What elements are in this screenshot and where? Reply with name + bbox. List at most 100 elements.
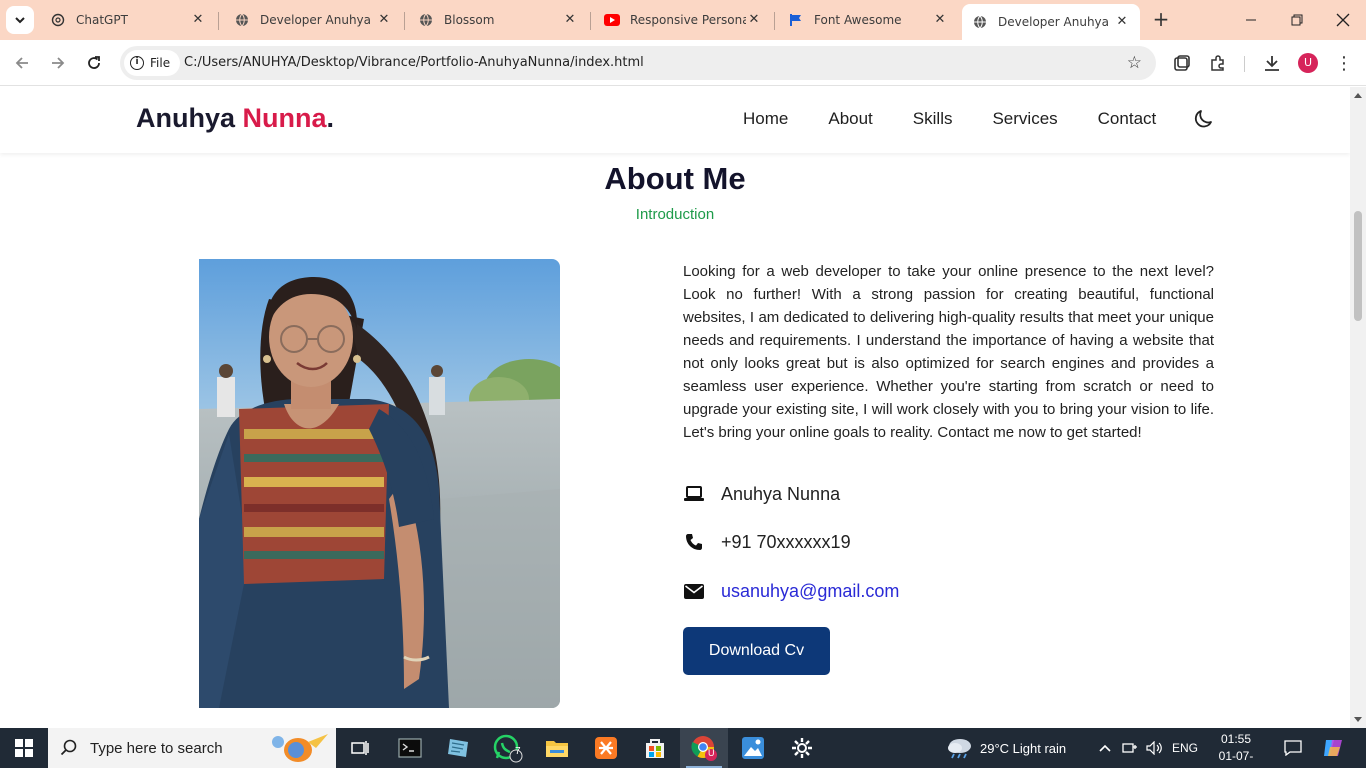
openai-icon: [50, 12, 66, 28]
restore-button[interactable]: [1274, 0, 1320, 40]
scheme-label: File: [150, 56, 171, 70]
section-subtitle: Introduction: [635, 206, 715, 223]
tab-title: Responsive Personal: [630, 13, 746, 27]
close-tab-icon[interactable]: ✕: [562, 12, 578, 28]
taskbar-whatsapp[interactable]: 7: [484, 728, 532, 768]
tab-strip: ChatGPT ✕ Developer Anuhya Nu ✕ Blossom …: [0, 0, 1366, 40]
tab-title: Developer Anuhya Nu: [260, 13, 376, 27]
flag-icon: [788, 12, 804, 28]
copilot-icon: [1324, 740, 1342, 756]
about-paragraph: Looking for a web developer to take your…: [683, 263, 1214, 441]
taskbar-file-explorer[interactable]: [533, 728, 581, 768]
close-tab-icon[interactable]: ✕: [932, 12, 948, 28]
close-tab-icon[interactable]: ✕: [746, 12, 762, 28]
network-icon: [1122, 743, 1137, 753]
task-view-button[interactable]: [336, 728, 384, 768]
new-tab-button[interactable]: +: [1150, 8, 1172, 30]
section-title: About Me: [604, 161, 746, 196]
close-tab-icon[interactable]: ✕: [190, 12, 206, 28]
copilot-button[interactable]: [1322, 728, 1344, 768]
taskbar-store[interactable]: [631, 728, 679, 768]
close-tab-icon[interactable]: ✕: [376, 12, 392, 28]
tray-language[interactable]: ENG: [1172, 728, 1198, 768]
url-text[interactable]: C:/Users/ANUHYA/Desktop/Vibrance/Portfol…: [184, 55, 644, 70]
nav-skills[interactable]: Skills: [913, 109, 953, 129]
weather-widget[interactable]: 29°C Light rain: [946, 728, 1066, 768]
taskbar-xampp[interactable]: [582, 728, 630, 768]
minimize-button[interactable]: [1228, 0, 1274, 40]
globe-icon: [972, 14, 988, 30]
extensions-button[interactable]: [1204, 49, 1232, 77]
taskbar-notes-app[interactable]: [434, 728, 482, 768]
search-placeholder: Type here to search: [90, 739, 223, 757]
tab-title: Developer Anuhya Nu: [998, 15, 1114, 29]
envelope-icon: [683, 580, 705, 602]
info-name: Anuhya Nunna: [721, 483, 841, 504]
terminal-icon: [398, 738, 422, 758]
laptop-icon: [683, 483, 705, 505]
globe-icon: [234, 12, 250, 28]
address-bar[interactable]: i File C:/Users/ANUHYA/Desktop/Vibrance/…: [120, 46, 1156, 80]
store-icon: [646, 739, 664, 758]
site-header: Anuhya Nunna. Home About Skills Services…: [0, 87, 1350, 153]
task-view-icon: [351, 741, 369, 755]
taskbar-terminal[interactable]: [386, 728, 434, 768]
xampp-icon: [595, 737, 617, 759]
moon-icon[interactable]: [1192, 107, 1216, 131]
taskbar-chrome[interactable]: U: [680, 728, 728, 768]
tab-font-awesome[interactable]: Font Awesome ✕: [778, 4, 958, 36]
site-info-chip[interactable]: i File: [124, 50, 181, 76]
tab-search-toolbar-button[interactable]: [1168, 49, 1196, 77]
close-window-button[interactable]: [1320, 0, 1366, 40]
reload-button[interactable]: [80, 49, 108, 77]
cloud-rain-icon: [948, 739, 971, 759]
info-phone: +91 70xxxxxx19: [721, 531, 851, 552]
weather-text: 29°C Light rain: [980, 740, 1067, 756]
nav-home[interactable]: Home: [743, 109, 788, 129]
tab-search-button[interactable]: [6, 6, 34, 34]
tab-blossom[interactable]: Blossom ✕: [408, 4, 588, 36]
info-email-link[interactable]: usanuhya@gmail.com: [721, 581, 899, 602]
notifications-button[interactable]: [1284, 728, 1302, 768]
nav-about[interactable]: About: [828, 109, 872, 129]
tab-chatgpt[interactable]: ChatGPT ✕: [40, 4, 216, 36]
nav-contact[interactable]: Contact: [1098, 109, 1157, 129]
forward-button[interactable]: [44, 49, 72, 77]
tray-volume[interactable]: [1146, 728, 1164, 768]
clock-time: 01:55: [1220, 732, 1252, 746]
chevron-down-icon: [15, 17, 25, 24]
profile-avatar[interactable]: U: [1298, 53, 1318, 73]
taskbar-search[interactable]: Type here to search: [48, 728, 336, 768]
scroll-down-arrow[interactable]: [1354, 717, 1362, 722]
info-phone-row: +91 70xxxxxx19: [683, 531, 851, 553]
back-button[interactable]: [8, 49, 36, 77]
scroll-up-arrow[interactable]: [1354, 93, 1362, 98]
scroll-thumb[interactable]: [1354, 211, 1362, 321]
arrow-left-icon: [15, 57, 28, 69]
page-scrollbar[interactable]: [1350, 87, 1366, 728]
tab-developer-1[interactable]: Developer Anuhya Nu ✕: [224, 4, 402, 36]
folder-icon: [546, 741, 568, 757]
browser-toolbar: i File C:/Users/ANUHYA/Desktop/Vibrance/…: [0, 40, 1366, 86]
taskbar-settings[interactable]: [778, 728, 826, 768]
download-cv-button[interactable]: Download Cv: [683, 627, 830, 675]
logo-first: Anuhya: [136, 103, 243, 133]
start-button[interactable]: [0, 728, 48, 768]
tab-developer-active[interactable]: Developer Anuhya Nu ✕: [962, 4, 1140, 40]
site-logo[interactable]: Anuhya Nunna.: [136, 103, 334, 134]
tray-expand[interactable]: [1098, 728, 1112, 768]
tray-network[interactable]: [1122, 728, 1138, 768]
puzzle-icon: [1211, 55, 1224, 71]
downloads-button[interactable]: [1258, 49, 1286, 77]
profile-photo: [199, 259, 560, 708]
taskbar-photos[interactable]: [729, 728, 777, 768]
search-icon: [60, 739, 77, 756]
tray-clock[interactable]: 01:55 01-07-2024: [1206, 731, 1266, 768]
chrome-profile-badge: U: [708, 748, 715, 758]
menu-kebab-icon[interactable]: ⋮: [1330, 49, 1358, 77]
tab-youtube[interactable]: Responsive Personal ✕: [594, 4, 772, 36]
tab-title: Font Awesome: [814, 13, 902, 27]
close-tab-icon[interactable]: ✕: [1114, 14, 1130, 30]
nav-services[interactable]: Services: [992, 109, 1057, 129]
bookmark-star-icon[interactable]: ☆: [1127, 53, 1142, 73]
